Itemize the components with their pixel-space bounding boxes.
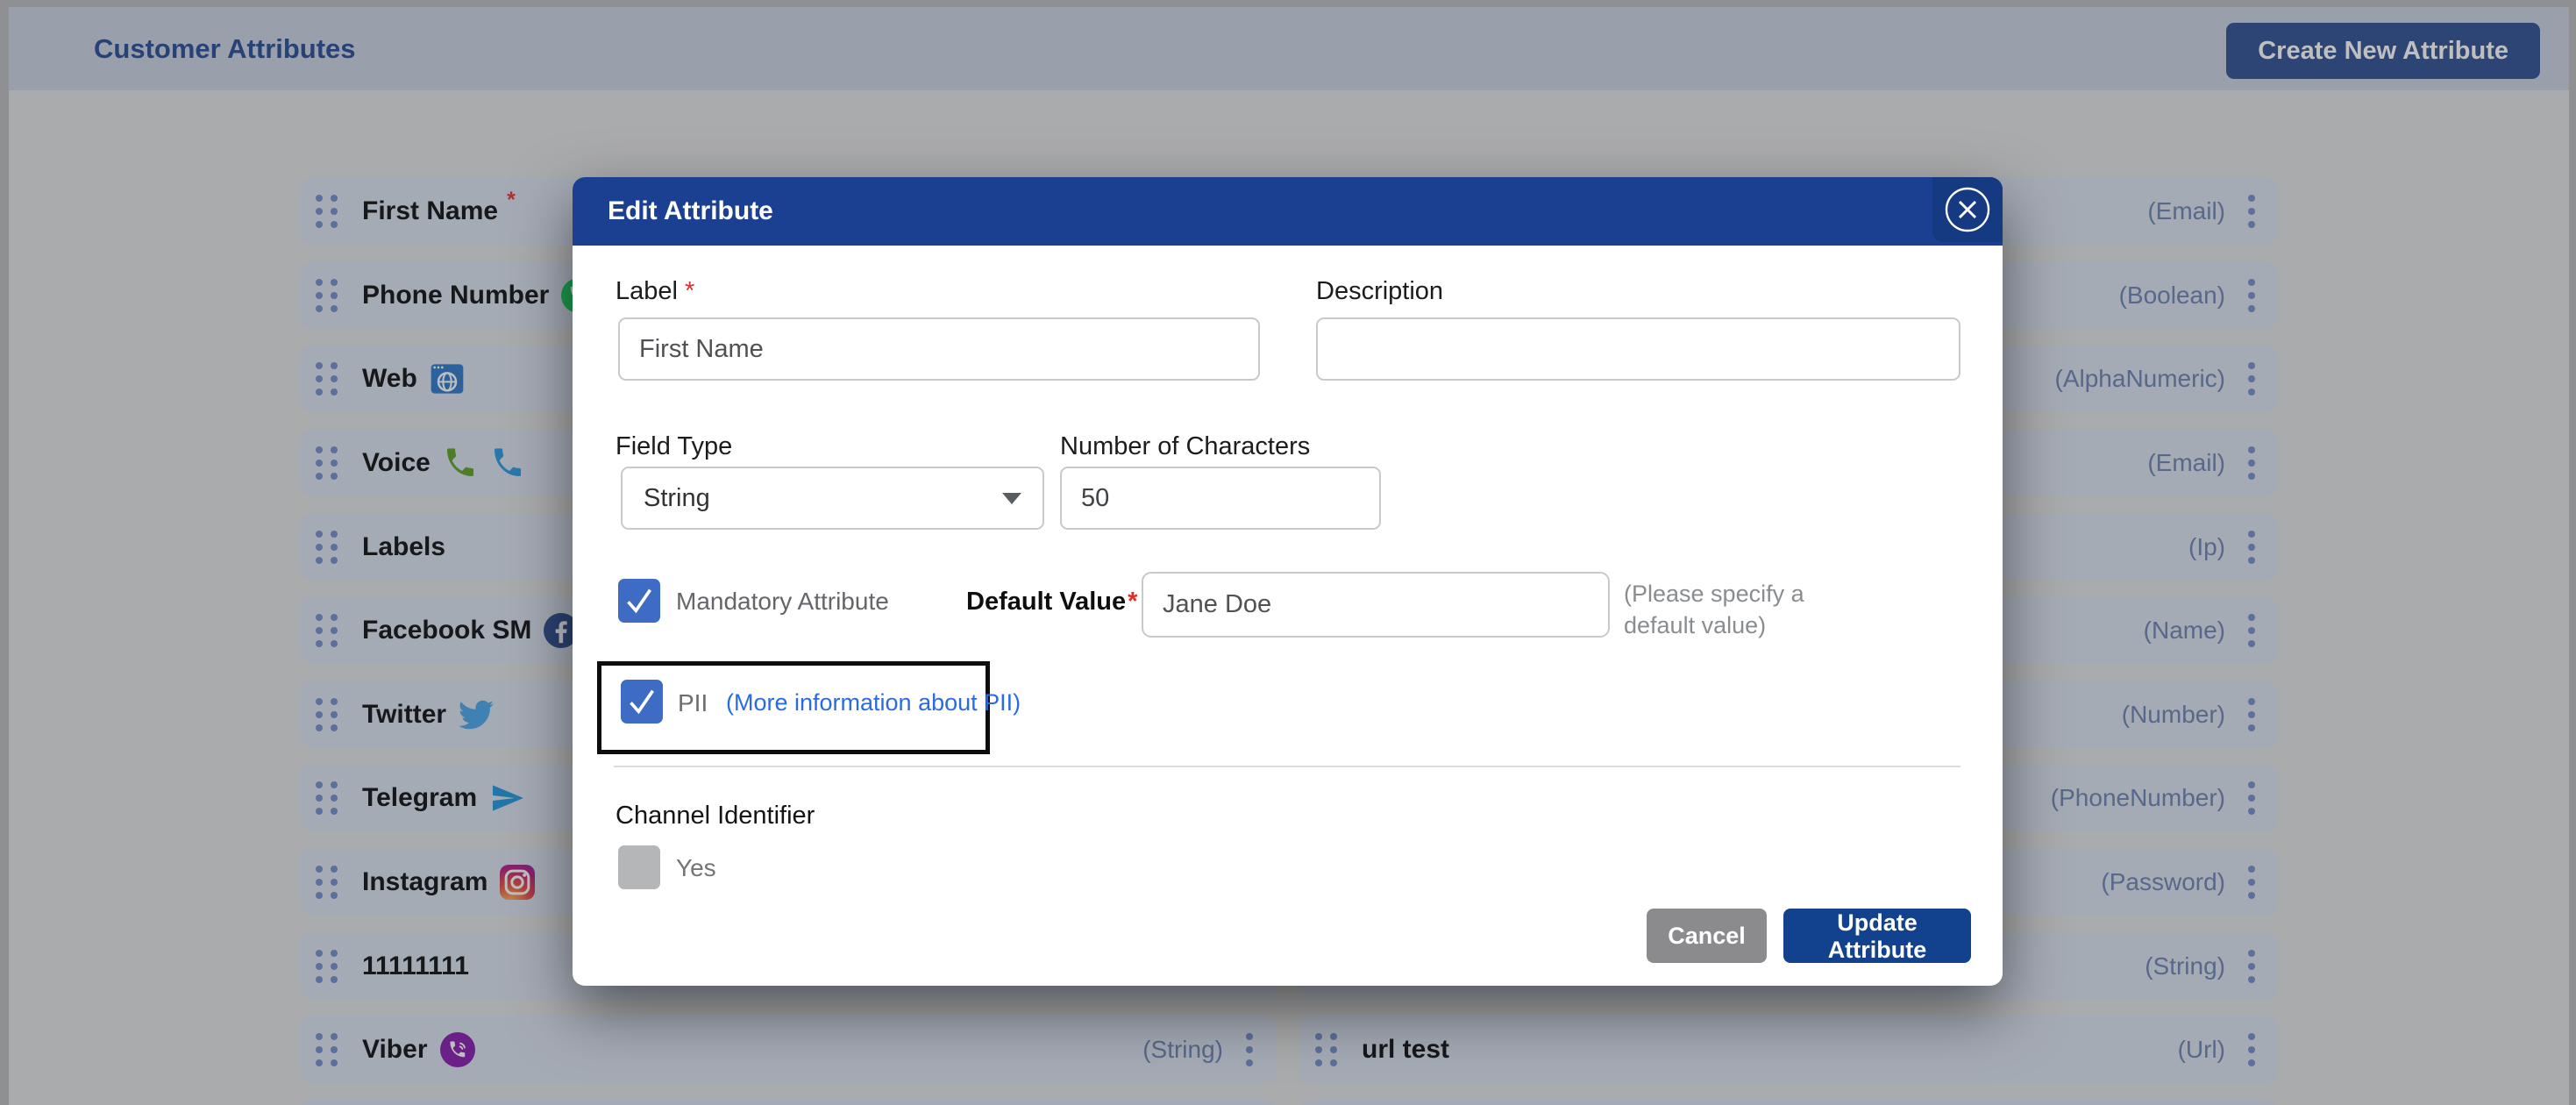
label-input[interactable] <box>618 317 1260 381</box>
description-input[interactable] <box>1316 317 1960 381</box>
channel-yes-label: Yes <box>676 854 716 882</box>
chevron-down-icon <box>1002 493 1021 504</box>
number-of-characters-input[interactable] <box>1060 467 1381 530</box>
channel-yes-checkbox[interactable] <box>618 845 660 889</box>
field-type-label: Field Type <box>616 432 732 461</box>
section-divider <box>614 766 1960 767</box>
number-of-characters-label: Number of Characters <box>1060 432 1310 461</box>
edit-attribute-modal: Edit Attribute Label* Description Field … <box>573 177 2003 986</box>
label-field-label: Label* <box>616 277 694 306</box>
default-value-hint-line2: default value) <box>1624 612 1766 639</box>
default-value-label: Default Value* <box>966 588 1137 617</box>
cancel-button[interactable]: Cancel <box>1647 909 1767 963</box>
field-type-selected-value: String <box>644 484 710 513</box>
default-value-input[interactable] <box>1142 572 1610 638</box>
pii-more-info-link[interactable]: (More information about PII) <box>726 689 1021 716</box>
field-type-select[interactable]: String <box>621 467 1044 530</box>
pii-checkbox[interactable] <box>621 680 663 724</box>
modal-header: Edit Attribute <box>573 177 2003 246</box>
default-value-hint-line1: (Please specify a <box>1624 581 1804 608</box>
channel-identifier-label: Channel Identifier <box>616 802 815 831</box>
required-asterisk: * <box>685 277 694 305</box>
customer-attributes-page: Customer Attributes Create New Attribute… <box>0 0 2576 1105</box>
pii-label: PII <box>678 689 708 717</box>
mandatory-checkbox[interactable] <box>618 579 660 623</box>
required-asterisk: * <box>1128 588 1137 616</box>
modal-title: Edit Attribute <box>608 196 773 226</box>
close-icon[interactable] <box>1932 177 2003 242</box>
description-field-label: Description <box>1316 277 1443 306</box>
mandatory-attribute-label: Mandatory Attribute <box>676 588 889 616</box>
update-attribute-button[interactable]: Update Attribute <box>1783 909 1971 963</box>
